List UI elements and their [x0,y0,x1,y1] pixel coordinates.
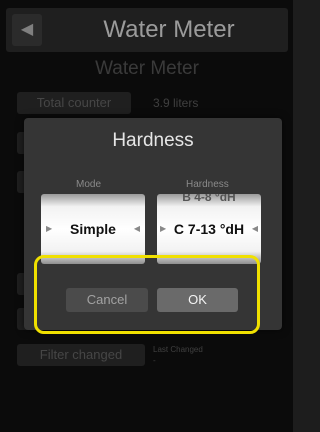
mode-selected-value: Simple [70,221,116,237]
hardness-picker[interactable]: B 4-8 °dH ▶ C 7-13 °dH ◀ [157,194,261,264]
hardness-selected-value: C 7-13 °dH [173,221,245,237]
hardness-column-label: Hardness [186,179,229,190]
picker-right-arrow-icon: ◀ [251,224,258,233]
hardness-previous-value: B 4-8 °dH [182,194,236,204]
mode-picker[interactable]: ▶ Simple ◀ [41,194,145,264]
highlight-annotation [34,255,260,334]
dialog-title: Hardness [112,130,194,151]
picker-right-arrow-icon: ◀ [133,224,140,233]
mode-column-label: Mode [76,179,102,190]
